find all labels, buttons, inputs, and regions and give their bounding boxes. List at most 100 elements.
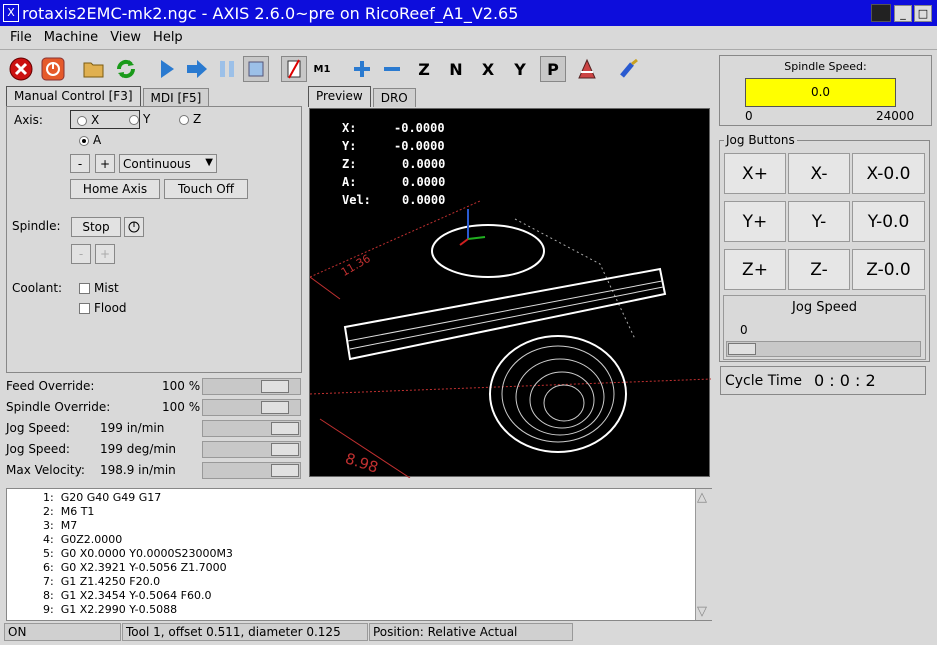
flood-checkbox[interactable]: Flood: [79, 301, 127, 315]
gcode-line: 1: G20 G40 G49 G17: [43, 491, 162, 504]
scroll-down-icon[interactable]: ▽: [697, 604, 707, 619]
dro-row-z: Z: 0.0000: [342, 157, 446, 171]
optional-stop-icon[interactable]: M1: [309, 56, 335, 82]
tool-info: Tool 1, offset 0.511, diameter 0.125: [122, 623, 368, 641]
jog-speed-readout: 0: [740, 323, 748, 337]
gcode-line: 6: G0 X2.3921 Y-0.5056 Z1.7000: [43, 561, 227, 574]
jog-y-plus-button[interactable]: Y+: [724, 201, 786, 242]
jog-speed-slider[interactable]: [726, 341, 921, 357]
jog-speed-linear-label: Jog Speed:: [6, 421, 70, 435]
view-y-icon[interactable]: Y: [507, 56, 533, 82]
pause-icon[interactable]: [214, 56, 240, 82]
spindle-brake-icon[interactable]: [124, 217, 144, 237]
power-icon[interactable]: [40, 56, 66, 82]
spindle-speed-bar: 0.0: [745, 78, 896, 107]
jog-x-minus-button[interactable]: X-: [788, 153, 850, 194]
view-tab-bar: Preview DRO: [308, 86, 418, 107]
gcode-listing[interactable]: 1: G20 G40 G49 G17 2: M6 T1 3: M7 4: G0Z…: [6, 488, 712, 621]
block-delete-icon[interactable]: [281, 56, 307, 82]
spindle-override-slider[interactable]: [202, 399, 301, 416]
jog-speed-linear-value: 199 in/min: [100, 421, 165, 435]
dro-row-x: X: -0.0000: [342, 121, 445, 135]
reload-icon[interactable]: [113, 56, 139, 82]
axis-z-radio[interactable]: Z: [179, 112, 201, 126]
feed-override-slider[interactable]: [202, 378, 301, 395]
axis-a-radio[interactable]: A: [79, 133, 101, 147]
jog-speed-angular-label: Jog Speed:: [6, 442, 70, 456]
maximize-icon[interactable]: □: [914, 5, 932, 22]
max-velocity-value: 198.9 in/min: [100, 463, 176, 477]
status-bar: ON Tool 1, offset 0.511, diameter 0.125 …: [0, 621, 937, 643]
touch-off-button[interactable]: Touch Off: [164, 179, 248, 199]
menu-file[interactable]: File: [10, 30, 32, 45]
window-menu-icon[interactable]: X: [3, 4, 19, 22]
open-file-icon[interactable]: [81, 56, 107, 82]
step-icon[interactable]: [184, 56, 210, 82]
position-mode: Position: Relative Actual: [369, 623, 573, 641]
axis-label: Axis:: [14, 113, 43, 127]
jog-mode-select[interactable]: Continuous ▼: [119, 154, 217, 173]
tab-preview[interactable]: Preview: [308, 86, 371, 107]
tab-mdi[interactable]: MDI [F5]: [142, 88, 210, 107]
view-z-icon[interactable]: Z: [411, 56, 437, 82]
cycle-time-panel: Cycle Time 0 : 0 : 2: [720, 366, 926, 395]
spindle-override-value: 100 %: [162, 400, 201, 414]
jog-y-minus-button[interactable]: Y-: [788, 201, 850, 242]
gcode-line: 7: G1 Z1.4250 F20.0: [43, 575, 161, 588]
dro-row-y: Y: -0.0000: [342, 139, 445, 153]
jog-mode-value: Continuous: [123, 156, 191, 171]
spindle-plus-button[interactable]: +: [95, 244, 115, 264]
scroll-up-icon[interactable]: △: [697, 490, 707, 505]
jog-buttons-panel: Jog Buttons X+ X- X-0.0 Y+ Y- Y-0.0 Z+ Z…: [719, 133, 930, 362]
jog-z-plus-button[interactable]: Z+: [724, 249, 786, 290]
jog-x-plus-button[interactable]: X+: [724, 153, 786, 194]
title-bar: X rotaxis2EMC-mk2.ngc - AXIS 2.6.0~pre o…: [0, 0, 937, 26]
tab-dro[interactable]: DRO: [372, 88, 416, 107]
run-icon[interactable]: [154, 56, 180, 82]
dro-row-vel: Vel: 0.0000: [342, 193, 446, 207]
view-x-icon[interactable]: X: [475, 56, 501, 82]
jog-speed-title: Jog Speed: [792, 300, 857, 315]
toolpath-drawing: [310, 200, 711, 478]
clear-plot-icon[interactable]: [616, 56, 642, 82]
spindle-stop-button[interactable]: Stop: [71, 217, 121, 237]
home-axis-button[interactable]: Home Axis: [70, 179, 160, 199]
jog-z-minus-button[interactable]: Z-: [788, 249, 850, 290]
max-velocity-slider[interactable]: [202, 462, 301, 479]
jog-speed-angular-value: 199 deg/min: [100, 442, 177, 456]
cycle-time-label: Cycle Time: [725, 373, 802, 389]
gcode-line: 3: M7: [43, 519, 78, 532]
monitor-icon: [871, 4, 891, 22]
minimize-icon[interactable]: _: [894, 5, 912, 22]
gcode-line: 2: M6 T1: [43, 505, 95, 518]
dro-row-a: A: 0.0000: [342, 175, 446, 189]
mist-checkbox[interactable]: Mist: [79, 281, 119, 295]
estop-icon[interactable]: [8, 56, 34, 82]
zero-z-button[interactable]: Z-0.0: [852, 249, 925, 290]
gcode-line: 8: G1 X2.3454 Y-0.5064 F60.0: [43, 589, 212, 602]
gcode-scrollbar[interactable]: △ ▽: [695, 489, 712, 620]
jog-speed-angular-slider[interactable]: [202, 441, 301, 458]
spindle-speed-title: Spindle Speed:: [784, 60, 867, 73]
tab-manual-control[interactable]: Manual Control [F3]: [6, 86, 141, 107]
axis-y-radio[interactable]: Y: [129, 112, 150, 126]
zoom-out-icon[interactable]: [379, 56, 405, 82]
menu-view[interactable]: View: [110, 30, 141, 45]
zero-y-button[interactable]: Y-0.0: [852, 201, 925, 242]
view-perspective-icon[interactable]: P: [540, 56, 566, 82]
zoom-in-icon[interactable]: [349, 56, 375, 82]
menu-help[interactable]: Help: [153, 30, 183, 45]
stop-icon[interactable]: [243, 56, 269, 82]
feed-override-label: Feed Override:: [6, 379, 95, 393]
jog-plus-button[interactable]: +: [95, 154, 115, 173]
manual-control-panel: Axis: X Y Z A - + Continuous ▼ Home Axis…: [6, 106, 302, 373]
zero-x-button[interactable]: X-0.0: [852, 153, 925, 194]
view-rotated-z-icon[interactable]: N: [443, 56, 469, 82]
jog-minus-button[interactable]: -: [70, 154, 90, 173]
toolpath-preview[interactable]: X: -0.0000 Y: -0.0000 Z: 0.0000 A: 0.000…: [309, 108, 711, 478]
override-panel: Feed Override: 100 % Spindle Override: 1…: [0, 374, 305, 484]
toggle-plot-icon[interactable]: [574, 56, 600, 82]
menu-machine[interactable]: Machine: [44, 30, 98, 45]
jog-speed-linear-slider[interactable]: [202, 420, 301, 437]
spindle-minus-button[interactable]: -: [71, 244, 91, 264]
